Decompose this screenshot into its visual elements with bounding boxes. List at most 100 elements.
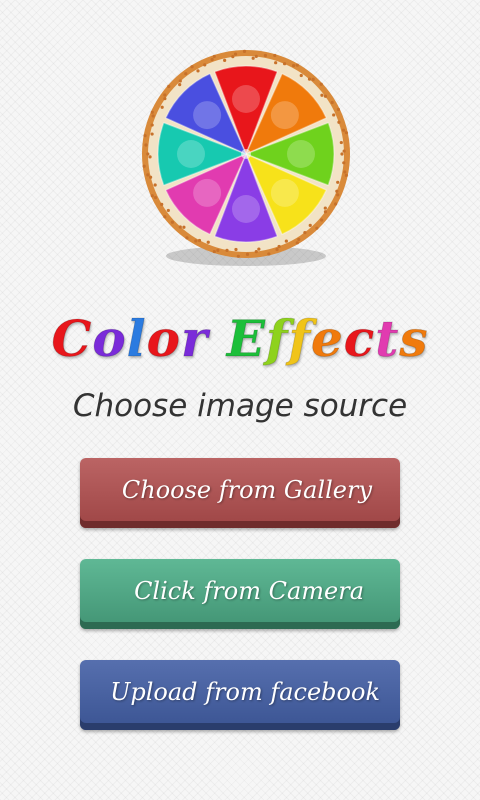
logo-speckle [254,54,258,58]
logo-segment-highlight [177,140,205,168]
logo-speckle [178,83,182,87]
logo-speckle [251,56,255,60]
logo-speckle [225,248,229,252]
logo-speckle [212,249,216,254]
logo-segment-highlight [270,101,299,130]
title-letter: t [375,309,400,369]
logo-speckle [163,97,167,101]
logo-speckle [216,248,220,252]
logo-speckle [273,53,277,58]
title-letter: c [343,309,376,369]
logo-speckle [282,62,287,66]
logo-speckle [263,53,268,58]
title-letter: o [92,309,127,369]
logo-speckle [339,140,343,145]
logo-speckle [344,173,348,177]
logo-speckle [307,77,312,81]
logo-speckle [160,202,164,206]
title-letter: o [146,309,182,369]
logo-speckle [148,175,153,179]
logo-speckle [234,247,238,252]
logo-speckle [233,52,238,56]
logo-speckle [196,69,200,73]
logo-speckle [143,134,147,138]
logo-speckle [212,54,216,59]
logo-segment-highlight [232,85,260,113]
logo-speckle [320,93,324,97]
choose-from-gallery-button[interactable]: Choose from Gallery [80,458,400,528]
title-letter: l [126,309,147,369]
app-logo [126,44,366,274]
logo-speckle [178,225,182,229]
logo-speckle [336,180,340,184]
logo-segment-highlight [193,178,222,207]
logo-speckle [153,183,157,187]
logo-speckle [150,132,154,136]
logo-speckle [274,61,278,65]
logo-speckle [242,49,247,54]
logo-segment-highlight [193,101,222,130]
logo-speckle [336,107,341,112]
logo-speckle [150,110,154,114]
logo-speckle [340,152,344,156]
logo-speckle [295,241,299,245]
logo-speckle [275,247,279,252]
logo-speckle [231,55,235,59]
logo-speckle [284,239,288,243]
logo-segment-highlight [270,178,299,207]
logo-speckle [146,152,150,156]
logo-speckle [148,155,152,159]
logo-speckle [150,194,154,198]
title-letter: f [288,309,311,369]
logo-speckle [323,94,328,98]
logo-speckle [320,218,324,222]
logo-speckle [323,210,328,214]
logo-speckle [319,82,323,86]
logo-speckle [342,161,346,165]
title-word: Color [51,309,209,369]
title-letter: s [399,309,429,369]
logo-speckle [308,223,312,227]
logo-speckle [146,173,150,177]
logo-speckle [336,193,340,197]
logo-speckle [182,225,186,229]
logo-speckle [341,128,346,132]
logo-speckle [277,244,281,249]
logo-speckle [153,195,158,200]
logo-speckle [210,57,214,62]
app-title: Color Effects [0,304,480,374]
logo-speckle [343,170,347,174]
logo-speckle [178,79,182,83]
logo-speckle [303,230,307,235]
logo-speckle [297,237,301,242]
logo-speckle [315,226,319,230]
logo-speckle [344,131,348,135]
logo-speckle [144,143,148,147]
title-letter: r [181,309,209,369]
title-letter: E [226,309,266,369]
title-letter: C [51,309,93,369]
logo-speckle [151,114,155,118]
logo-speckle [166,208,170,213]
color-wheel-icon [142,49,350,266]
click-from-camera-button[interactable]: Click from Camera [80,559,400,629]
logo-speckle [342,149,346,153]
logo-speckle [194,239,198,243]
logo-speckle [291,63,296,68]
logo-speckle [295,63,299,67]
logo-speckle [203,63,207,67]
logo-speckle [245,252,250,256]
logo-speckle [223,58,227,63]
title-letter: e [310,309,344,369]
logo-center [241,149,251,159]
logo-speckle [267,252,271,256]
logo-speckle [160,105,164,109]
upload-from-facebook-button[interactable]: Upload from facebook [80,660,400,730]
logo-speckle [335,189,339,193]
logo-speckle [330,100,334,105]
logo-speckle [163,93,167,97]
logo-speckle [332,113,336,117]
logo-segment-highlight [287,140,315,168]
subtitle: Choose image source [72,388,408,424]
logo-speckle [323,206,327,210]
